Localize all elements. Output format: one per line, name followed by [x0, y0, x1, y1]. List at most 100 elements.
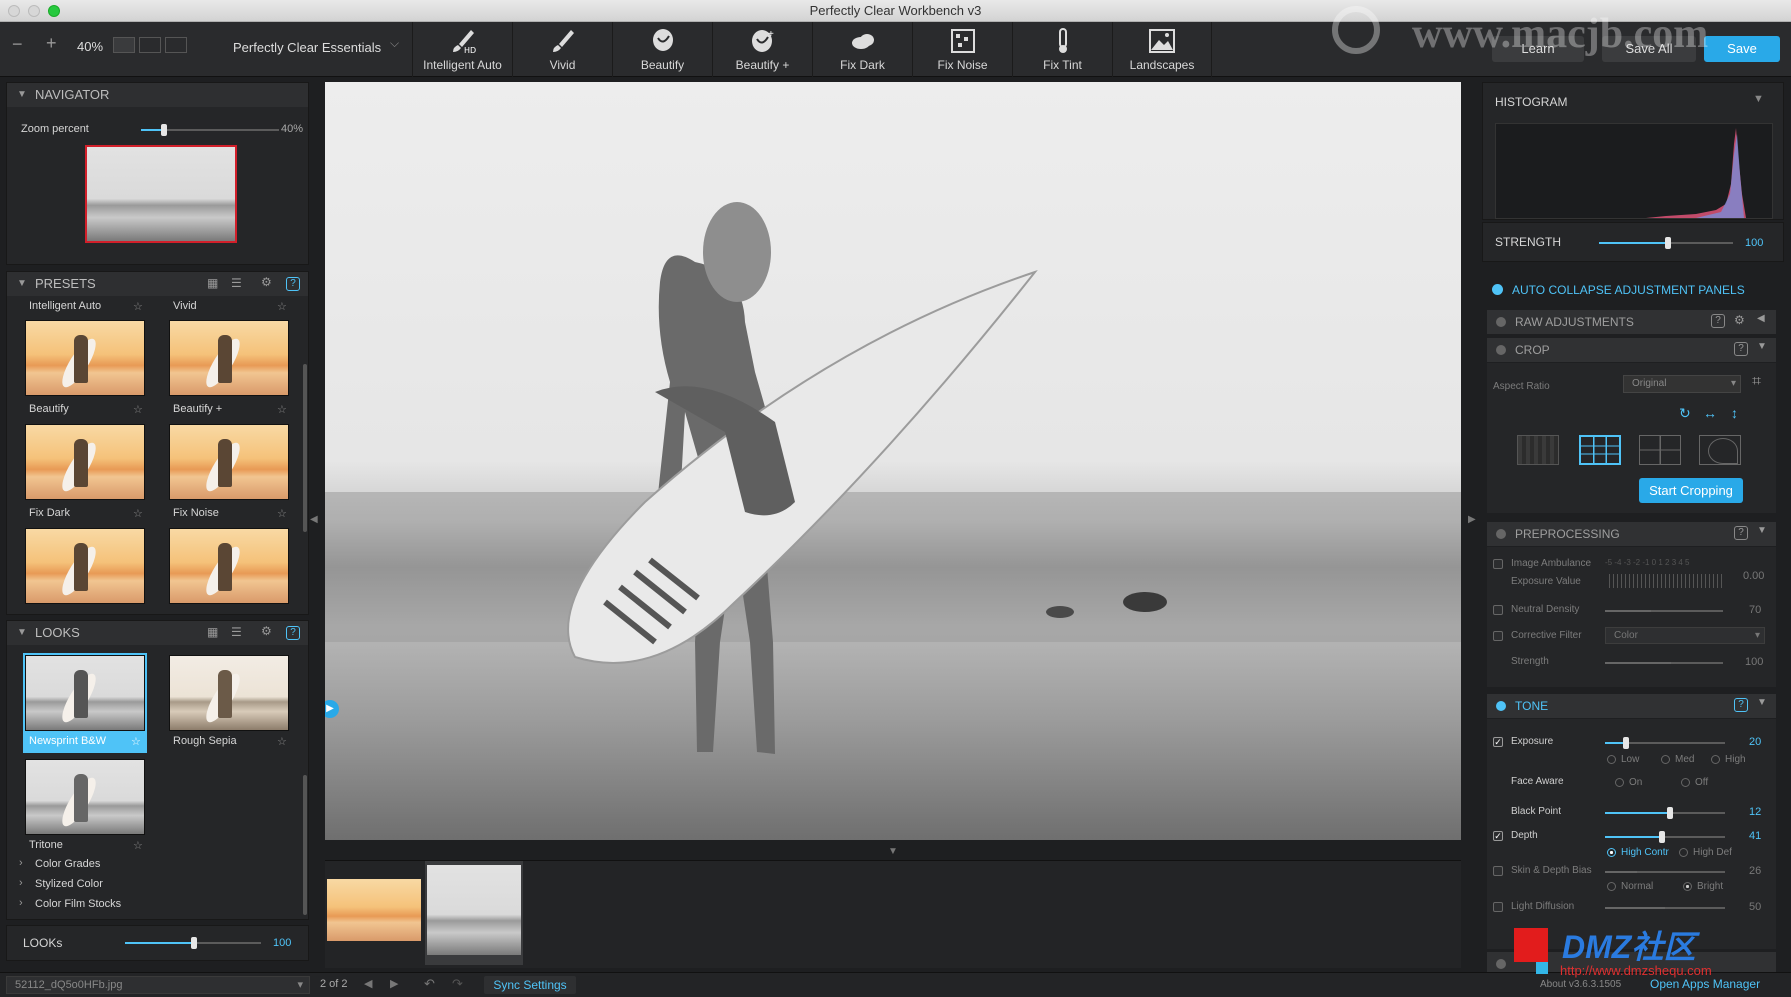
face-aware-on-radio[interactable]: [1615, 778, 1624, 787]
looks-strength-slider[interactable]: [125, 937, 261, 949]
single-view-icon[interactable]: [113, 37, 135, 53]
beautify-button[interactable]: Beautify: [612, 22, 712, 77]
save-button[interactable]: Save: [1704, 36, 1780, 62]
help-icon[interactable]: ?: [1734, 698, 1748, 712]
star-icon[interactable]: ☆: [133, 403, 143, 416]
sync-settings-button[interactable]: Sync Settings: [484, 976, 576, 994]
compare-view-icon[interactable]: [165, 37, 187, 53]
star-icon[interactable]: ☆: [277, 735, 287, 748]
grid-overlay-none[interactable]: [1517, 435, 1559, 465]
exposure-value-scale[interactable]: [1609, 574, 1725, 588]
flip-horizontal-icon[interactable]: ↔: [1703, 405, 1717, 421]
star-icon[interactable]: ☆: [131, 735, 141, 748]
skin-depth-slider[interactable]: [1605, 871, 1725, 873]
auto-collapse-toggle[interactable]: [1492, 284, 1503, 295]
strength-slider[interactable]: [1599, 237, 1733, 249]
high-def-radio[interactable]: [1679, 848, 1688, 857]
star-icon[interactable]: ☆: [133, 507, 143, 520]
preset-thumb-fix-noise[interactable]: [169, 424, 289, 500]
gear-icon[interactable]: ⚙: [261, 275, 272, 289]
zoom-out-icon[interactable]: −: [12, 34, 23, 55]
beautify-plus-button[interactable]: + Beautify +: [712, 22, 812, 77]
auto-collapse-label[interactable]: AUTO COLLAPSE ADJUSTMENT PANELS: [1512, 283, 1745, 297]
filmstrip-toggle-icon[interactable]: ▼: [888, 846, 898, 857]
black-point-slider[interactable]: [1605, 807, 1725, 819]
start-cropping-button[interactable]: Start Cropping: [1639, 478, 1743, 503]
collapse-triangle-icon[interactable]: ▼: [17, 272, 27, 296]
chevron-down-icon[interactable]: ▼: [1757, 341, 1767, 352]
next-image-icon[interactable]: ▶: [390, 977, 398, 990]
preset-thumb-fix-dark[interactable]: [25, 424, 145, 500]
landscapes-button[interactable]: Landscapes: [1112, 22, 1212, 77]
filmstrip-thumb-2-selected[interactable]: [425, 861, 523, 965]
close-window-icon[interactable]: [8, 5, 20, 17]
gear-icon[interactable]: ⚙: [1734, 313, 1745, 327]
star-icon[interactable]: ☆: [277, 403, 287, 416]
exposure-slider[interactable]: [1605, 737, 1725, 749]
undo-icon[interactable]: ↶: [424, 976, 435, 992]
look-item-rough-sepia[interactable]: [169, 655, 289, 731]
look-item-tritone[interactable]: [25, 759, 145, 835]
exposure-high-radio[interactable]: [1711, 755, 1720, 764]
minimize-window-icon[interactable]: [28, 5, 40, 17]
rotate-icon[interactable]: ↻: [1679, 405, 1691, 422]
about-version[interactable]: About v3.6.3.1505: [1540, 979, 1621, 990]
grid-view-icon[interactable]: ▦: [207, 276, 218, 290]
help-icon[interactable]: ?: [286, 277, 300, 291]
corrective-filter-checkbox[interactable]: [1493, 631, 1503, 641]
fix-dark-button[interactable]: Fix Dark: [812, 22, 912, 77]
fix-tint-button[interactable]: Fix Tint: [1012, 22, 1112, 77]
list-view-icon[interactable]: ☰: [231, 625, 242, 639]
bright-radio[interactable]: [1683, 882, 1692, 891]
image-ambulance-checkbox[interactable]: [1493, 559, 1503, 569]
zoom-slider[interactable]: [141, 124, 279, 136]
help-icon[interactable]: ?: [1734, 526, 1748, 540]
chevron-right-icon[interactable]: ›: [19, 897, 23, 909]
light-diffusion-slider[interactable]: [1605, 907, 1725, 909]
depth-checkbox[interactable]: ✓: [1493, 831, 1503, 841]
star-icon[interactable]: ☆: [277, 300, 287, 313]
grid-overlay-halves[interactable]: [1639, 435, 1681, 465]
navigator-preview[interactable]: [85, 145, 237, 243]
preset-set-selector[interactable]: Perfectly Clear Essentials: [233, 40, 381, 55]
preset-thumb[interactable]: [25, 528, 145, 604]
crop-icon[interactable]: ⌗: [1752, 373, 1761, 391]
looks-scrollbar[interactable]: [303, 775, 307, 915]
aspect-ratio-select[interactable]: Original ▾: [1623, 375, 1741, 393]
preset-thumb[interactable]: [169, 528, 289, 604]
split-view-icon[interactable]: [139, 37, 161, 53]
face-aware-off-radio[interactable]: [1681, 778, 1690, 787]
tone-header[interactable]: TONE: [1487, 694, 1776, 718]
flip-vertical-icon[interactable]: ↕: [1731, 405, 1738, 421]
collapse-right-icon[interactable]: ▶: [1468, 514, 1476, 525]
fullscreen-window-icon[interactable]: [48, 5, 60, 17]
collapse-left-icon[interactable]: ◀: [310, 514, 318, 525]
exposure-checkbox[interactable]: ✓: [1493, 737, 1503, 747]
preprocessing-header[interactable]: PREPROCESSING: [1487, 522, 1776, 546]
collapse-triangle-icon[interactable]: ▼: [17, 83, 27, 107]
filmstrip-thumb-1[interactable]: [327, 879, 421, 941]
preset-thumb-beautify-plus[interactable]: [169, 320, 289, 396]
redo-icon[interactable]: ↷: [452, 976, 463, 992]
preset-thumb-beautify[interactable]: [25, 320, 145, 396]
depth-slider[interactable]: [1605, 831, 1725, 843]
previous-image-icon[interactable]: ◀: [364, 977, 372, 990]
look-group-stylized-color[interactable]: Stylized Color: [35, 878, 103, 890]
grid-overlay-spiral[interactable]: [1699, 435, 1741, 465]
grid-overlay-thirds[interactable]: [1579, 435, 1621, 465]
star-icon[interactable]: ☆: [133, 839, 143, 852]
light-diffusion-checkbox[interactable]: [1493, 902, 1503, 912]
chevron-down-icon[interactable]: ▼: [1757, 525, 1767, 536]
filter-strength-slider[interactable]: [1605, 662, 1723, 664]
help-icon[interactable]: ?: [1734, 342, 1748, 356]
chevron-down-icon[interactable]: ▼: [1757, 697, 1767, 708]
filename-select[interactable]: 52112_dQ5o0HFb.jpg ▾: [6, 976, 310, 994]
look-group-color-film-stocks[interactable]: Color Film Stocks: [35, 898, 121, 910]
exposure-low-radio[interactable]: [1607, 755, 1616, 764]
normal-radio[interactable]: [1607, 882, 1616, 891]
exposure-med-radio[interactable]: [1661, 755, 1670, 764]
collapse-triangle-icon[interactable]: ▼: [17, 621, 27, 645]
gear-icon[interactable]: ⚙: [261, 624, 272, 638]
intelligent-auto-button[interactable]: HD Intelligent Auto: [412, 22, 512, 77]
open-apps-manager-link[interactable]: Open Apps Manager: [1650, 977, 1760, 991]
